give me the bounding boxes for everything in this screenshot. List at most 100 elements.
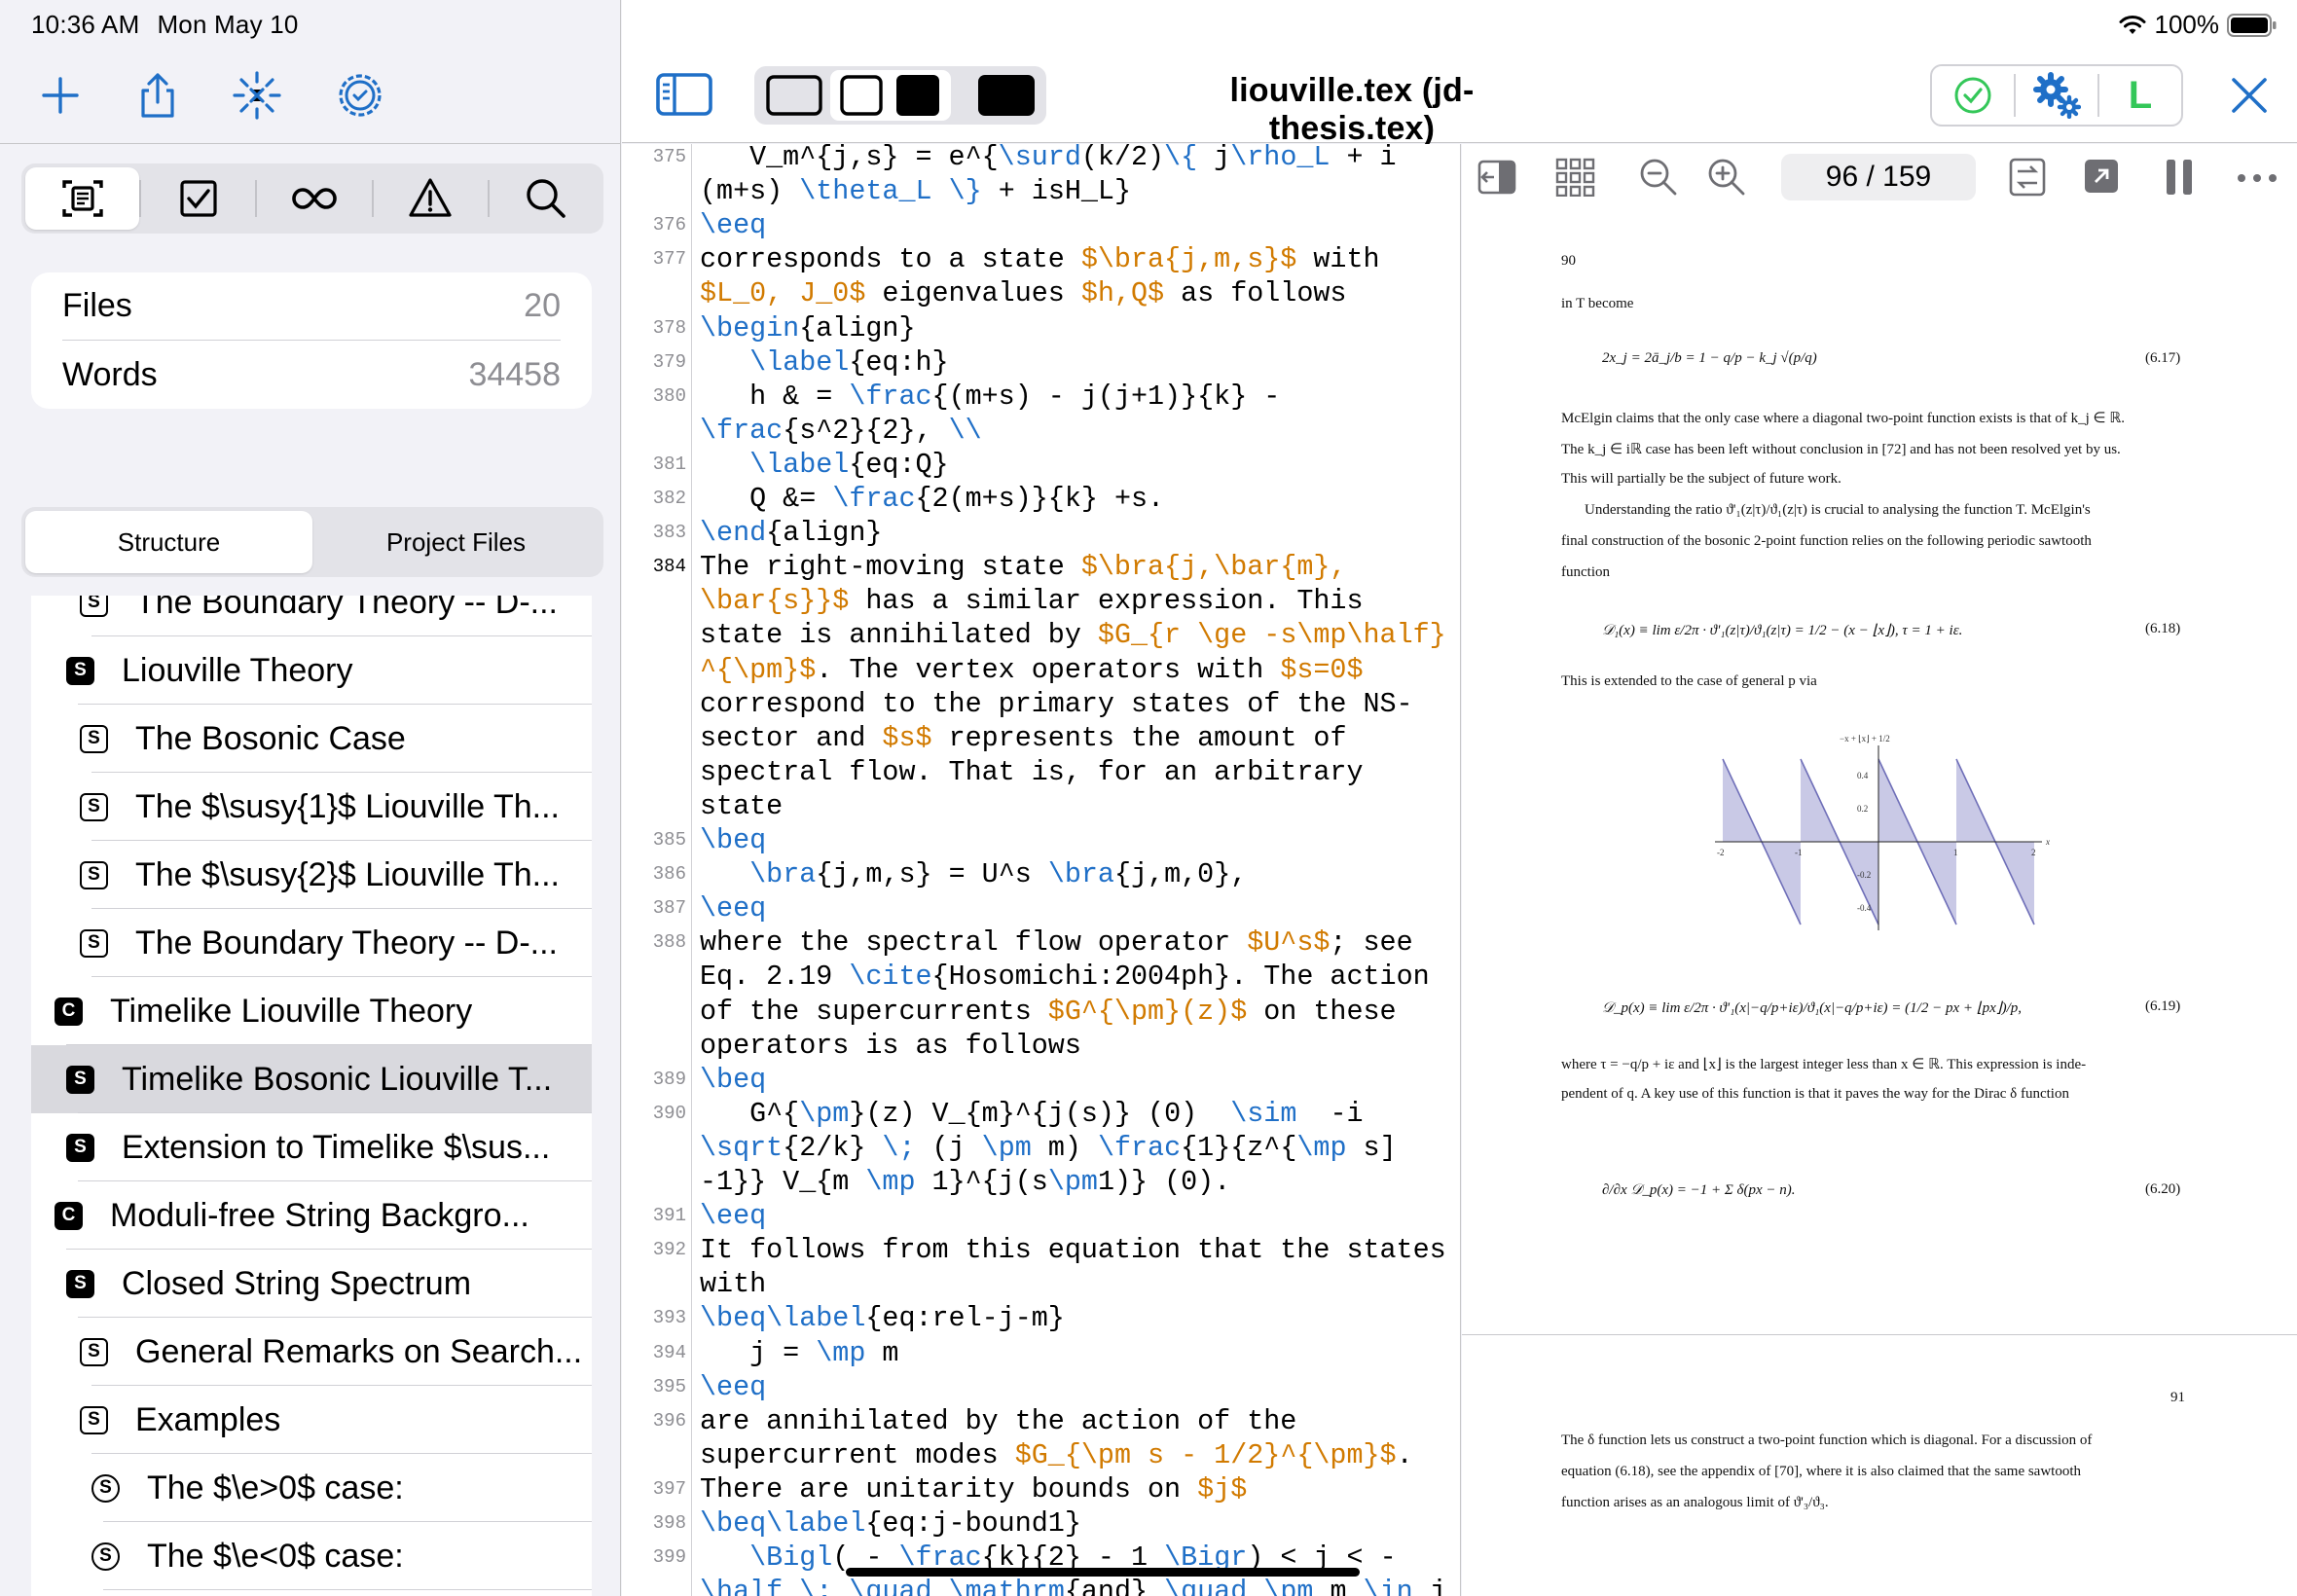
code-line[interactable]: spectral flow. That is, for an arbitrary: [622, 755, 1460, 789]
code-line[interactable]: Eq. 2.19 \cite{Hosomichi:2004ph}. The ac…: [622, 960, 1460, 994]
source-editor[interactable]: 375 V_m^{j,s} = e^{\surd(k/2)\{ j\rho_L …: [622, 144, 1461, 1596]
tree-item[interactable]: S The $\e>0$ case:: [31, 1454, 592, 1522]
sync-icon[interactable]: [2009, 158, 2046, 197]
code-line[interactable]: 395 \eeq: [622, 1370, 1460, 1404]
y-tick-label: 0.2: [1857, 804, 1868, 814]
tree-item[interactable]: S The Boundary Theory -- D-...: [31, 596, 592, 636]
code-line[interactable]: \frac{s^2}{2}, \\: [622, 414, 1460, 448]
code-line[interactable]: 396 are annihilated by the action of the: [622, 1404, 1460, 1438]
code-line[interactable]: 384 The right-moving state $\bra{j,\bar{m…: [622, 550, 1460, 584]
tree-item[interactable]: S Liouville Theory: [31, 636, 592, 705]
latex-command: \mathrm: [948, 1576, 1065, 1596]
equation-tag: (6.20): [2145, 1181, 2181, 1197]
tree-item-label: The Boundary Theory -- D-...: [135, 596, 558, 621]
code-line[interactable]: -1}} V_{m \mp 1}^{j(s\pm1)} (0).: [622, 1165, 1460, 1199]
tree-item[interactable]: S Examples: [31, 1386, 592, 1454]
tree-item[interactable]: S Timelike Bosonic Liouville T...: [31, 1045, 592, 1113]
latex-command: \eeq: [700, 1200, 767, 1233]
close-icon[interactable]: [2228, 74, 2271, 122]
code-line[interactable]: 392 It follows from this equation that th…: [622, 1233, 1460, 1267]
code-line[interactable]: $L_0, J_0$ eigenvalues $h,Q$ as follows: [622, 276, 1460, 310]
code-line[interactable]: sector and $s$ represents the amount of: [622, 721, 1460, 755]
filter-references[interactable]: [257, 167, 371, 230]
code-line[interactable]: state: [622, 789, 1460, 823]
typeset-settings-button[interactable]: [2016, 66, 2097, 125]
code-line[interactable]: 391 \eeq: [622, 1199, 1460, 1233]
sidebar-toggle-icon[interactable]: [655, 72, 713, 122]
tree-item-label: Closed String Spectrum: [122, 1264, 472, 1302]
code-line[interactable]: 383 \end{align}: [622, 516, 1460, 550]
section-badge-icon: S: [80, 1337, 108, 1366]
tree-item[interactable]: C Moduli-free String Backgro...: [31, 1181, 592, 1250]
filter-search[interactable]: [490, 167, 603, 230]
code-line[interactable]: 387 \eeq: [622, 891, 1460, 925]
code-line[interactable]: with: [622, 1267, 1460, 1301]
filter-todo[interactable]: [141, 167, 255, 230]
grid-icon[interactable]: [1555, 158, 1596, 197]
code-line[interactable]: state is annihilated by $G_{r \ge -s\mp\…: [622, 618, 1460, 652]
zoom-in-icon[interactable]: [1707, 158, 1746, 197]
code-line[interactable]: \half \; \quad \mathrm{and} \quad \pm m …: [622, 1575, 1460, 1596]
gear-badge-icon[interactable]: [329, 64, 391, 127]
code-line[interactable]: 380 h & = \frac{(m+s) - j(j+1)}{k} -: [622, 380, 1460, 414]
typeset-ok-button[interactable]: [1932, 66, 2014, 125]
code-line[interactable]: ^{\pm}$. The vertex operators with $s=0$: [622, 653, 1460, 687]
editor-only-icon[interactable]: [766, 75, 822, 121]
plus-icon[interactable]: [29, 64, 91, 127]
code-line[interactable]: 386 \bra{j,m,s} = U^s \bra{j,m,0},: [622, 857, 1460, 891]
code-line[interactable]: supercurrent modes $G_{\pm s - 1/2}^{\pm…: [622, 1438, 1460, 1472]
more-icon[interactable]: [2237, 173, 2278, 183]
code-line[interactable]: 376 \eeq: [622, 208, 1460, 242]
zoom-out-icon[interactable]: [1639, 158, 1678, 197]
code-line[interactable]: 390 G^{\pm}(z) V_{m}^{j(s)} (0) \sim -i: [622, 1097, 1460, 1131]
filter-document-scan[interactable]: [25, 167, 140, 230]
code-line[interactable]: of the supercurrents $G^{\pm}(z)$ on the…: [622, 995, 1460, 1029]
filter-warnings[interactable]: [374, 167, 488, 230]
code-line[interactable]: 398 \beq\label{eq:j-bound1}: [622, 1506, 1460, 1541]
tree-item[interactable]: S General Remarks on Search...: [31, 1318, 592, 1386]
code-line[interactable]: 393 \beq\label{eq:rel-j-m}: [622, 1301, 1460, 1335]
code-text: state is annihilated by $G_{r \ge -s\mp\…: [700, 619, 1446, 652]
line-number: 378: [652, 316, 686, 339]
code-line[interactable]: 388 where the spectral flow operator $U^s…: [622, 925, 1460, 960]
tree-item[interactable]: S The $\e<0$ case:: [31, 1522, 592, 1590]
code-line[interactable]: \bar{s}}$ has a similar expression. This: [622, 584, 1460, 618]
code-line[interactable]: operators is as follows: [622, 1029, 1460, 1063]
code-line[interactable]: 389 \beq: [622, 1063, 1460, 1097]
tree-item-label: Timelike Bosonic Liouville T...: [122, 1060, 553, 1098]
share-icon[interactable]: [127, 64, 189, 127]
code-line[interactable]: 379 \label{eq:h}: [622, 345, 1460, 380]
spark-icon[interactable]: [226, 64, 288, 127]
preview-only-icon[interactable]: [978, 75, 1035, 121]
code-line[interactable]: 394 j = \mp m: [622, 1336, 1460, 1370]
code-line[interactable]: 375 V_m^{j,s} = e^{\surd(k/2)\{ j\rho_L …: [622, 144, 1460, 174]
scroll-indicator[interactable]: [846, 1568, 1360, 1577]
code-text: with: [700, 1268, 767, 1301]
pause-icon[interactable]: [2165, 158, 2194, 197]
tree-item-label: The $\e<0$ case:: [147, 1537, 404, 1575]
tree-item[interactable]: S Closed String Spectrum: [31, 1250, 592, 1318]
code-line[interactable]: 385 \beq: [622, 823, 1460, 857]
code-line[interactable]: \sqrt{2/k} \; (j \pm m) \frac{1}{z^{\mp …: [622, 1131, 1460, 1165]
code-line[interactable]: 381 \label{eq:Q}: [622, 448, 1460, 482]
code-line[interactable]: correspond to the primary states of the …: [622, 687, 1460, 721]
tree-item[interactable]: S The $\susy{2}$ Liouville Th...: [31, 841, 592, 909]
code-line[interactable]: 397 There are unitarity bounds on $j$: [622, 1472, 1460, 1506]
sidebar-pages-icon[interactable]: [1477, 160, 1516, 195]
code-line[interactable]: (m+s) \theta_L \} + isH_L}: [622, 174, 1460, 208]
tree-item[interactable]: S The Bosonic Case: [31, 705, 592, 773]
code-line[interactable]: 378 \begin{align}: [622, 311, 1460, 345]
tree-item[interactable]: C Timelike Liouville Theory: [31, 977, 592, 1045]
engine-button[interactable]: L: [2099, 66, 2181, 125]
tab-structure[interactable]: Structure: [25, 511, 312, 573]
code-line[interactable]: 377 corresponds to a state $\bra{j,m,s}$ …: [622, 242, 1460, 276]
code-line[interactable]: 382 Q &= \frac{2(m+s)}{k} +s.: [622, 482, 1460, 516]
tree-item[interactable]: S Extension to Timelike $\sus...: [31, 1113, 592, 1181]
code-text: \eeq: [700, 1199, 766, 1233]
open-external-icon[interactable]: [2085, 160, 2118, 193]
page-indicator[interactable]: 96 / 159: [1781, 154, 1976, 200]
tree-item[interactable]: S The $\susy{1}$ Liouville Th...: [31, 773, 592, 841]
split-mode-active[interactable]: [830, 70, 951, 121]
tree-item[interactable]: S The Boundary Theory -- D-...: [31, 909, 592, 977]
tab-project-files[interactable]: Project Files: [312, 511, 600, 573]
